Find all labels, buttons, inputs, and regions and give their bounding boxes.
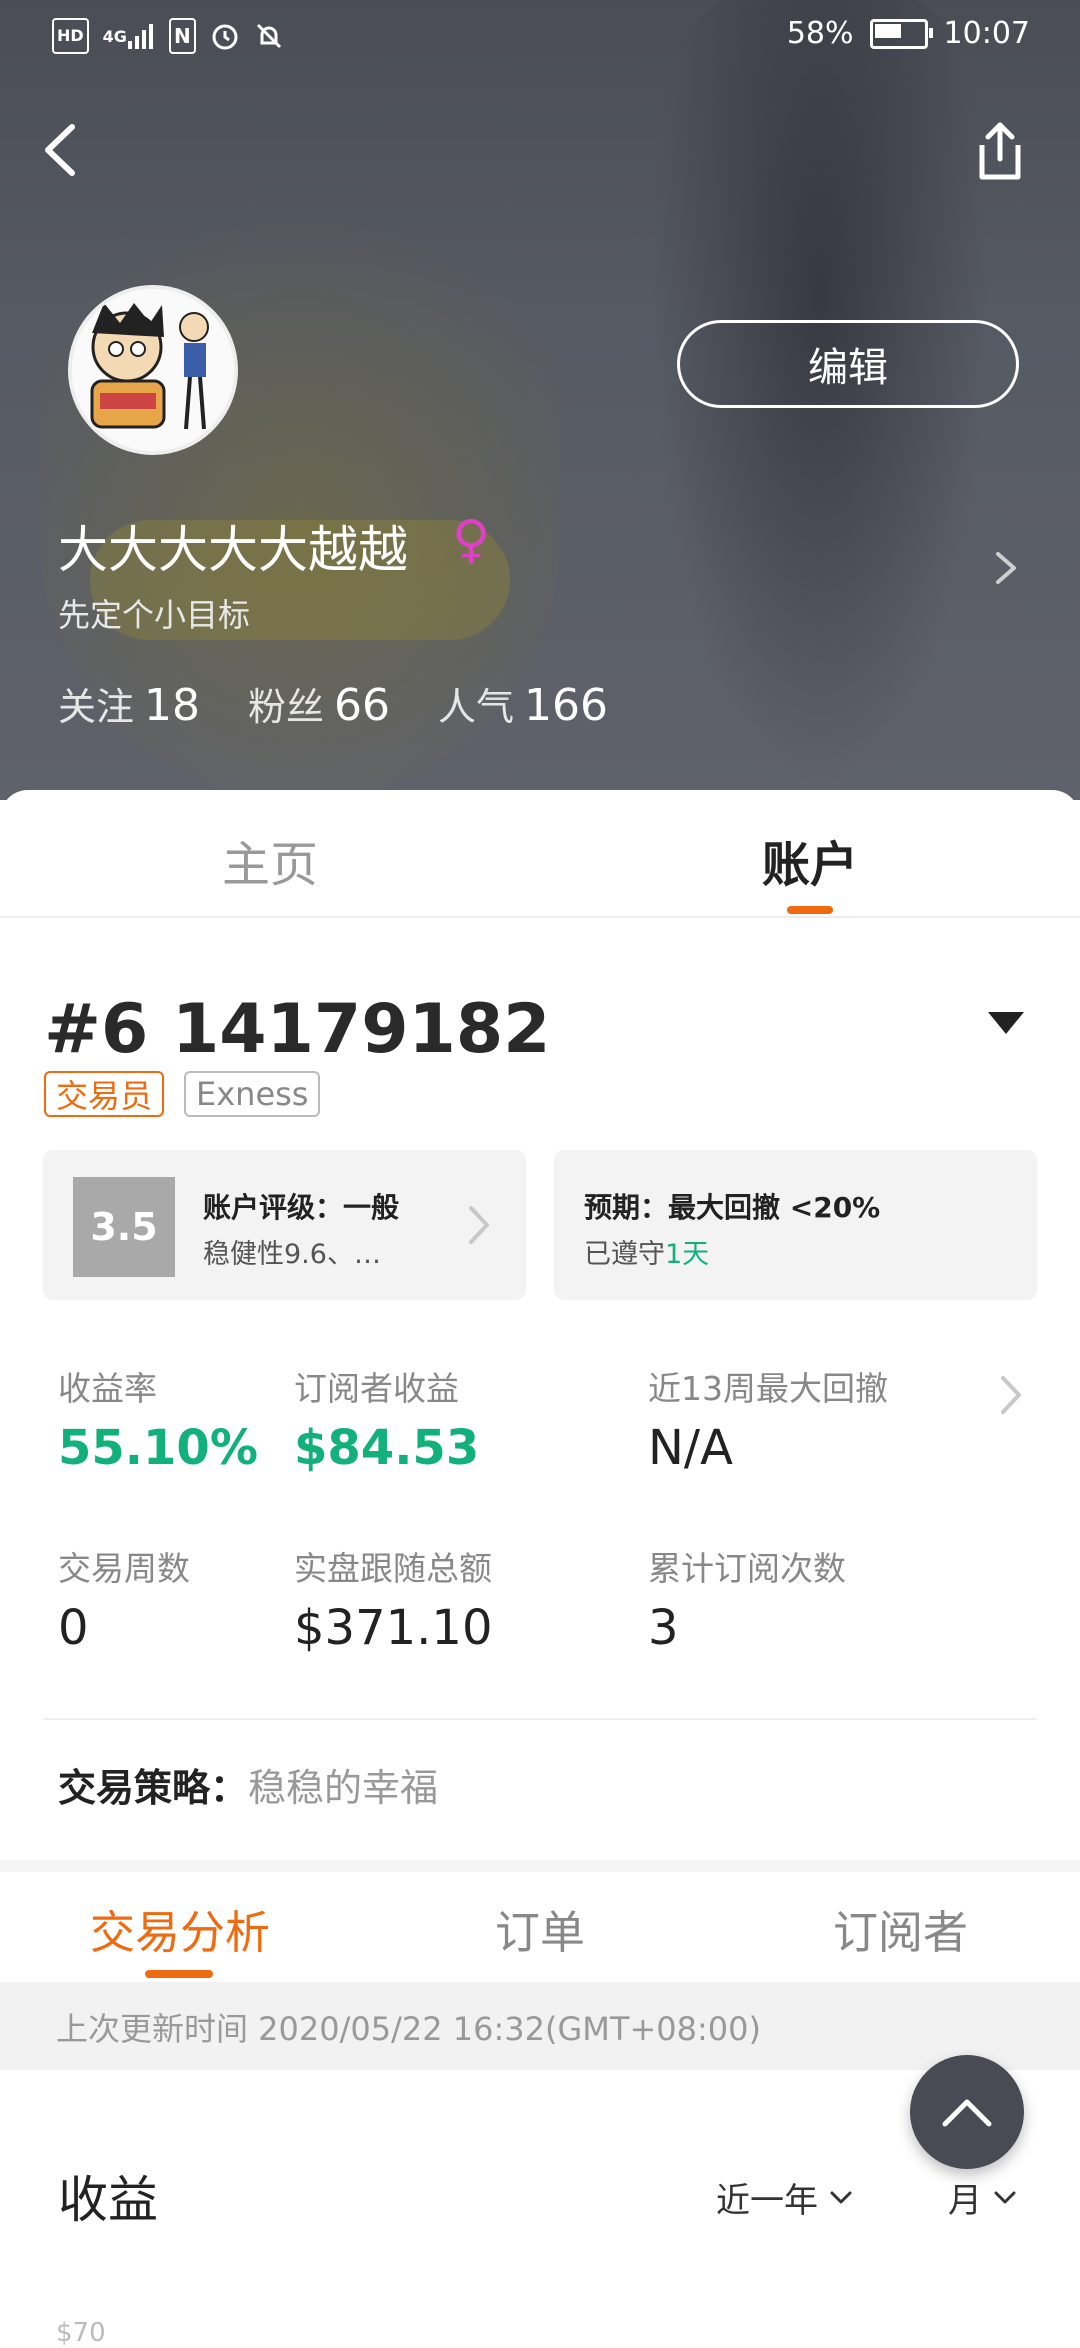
username: 大大大大大越越 [58,521,408,579]
divider [43,1718,1037,1720]
avatar[interactable] [68,285,238,455]
max-drawdown-label: 近13周最大回撤 [648,1369,888,1408]
role-tag: 交易员 [44,1071,165,1117]
chevron-left-icon [45,124,75,176]
return-rate-label: 收益率 [58,1369,157,1408]
chevron-down-icon [994,2191,1016,2203]
max-drawdown-value: N/A [648,1420,733,1476]
chevron-right-icon [469,1206,489,1244]
chevron-right-icon [996,552,1016,584]
subscription-count-label: 累计订阅次数 [648,1549,846,1588]
signal-icon: 4G [103,20,155,52]
hd-icon: HD [52,18,89,54]
mute-icon [254,20,284,52]
expectation-subtitle: 已遵守1天 [584,1232,709,1271]
return-rate-value: 55.10% [58,1420,258,1476]
followers-count: 66 [334,680,391,731]
subscription-count-value: 3 [648,1600,679,1656]
tab-indicator [787,906,833,914]
chevron-right-icon [1001,1376,1021,1414]
popularity-label: 人气 [438,685,515,729]
edit-profile-button[interactable]: 编辑 [677,320,1019,408]
female-icon: ♀ [452,510,491,570]
period-value: 近一年 [716,2181,818,2221]
expectation-prefix: 已遵守 [584,1239,665,1270]
avatar-image [72,289,234,451]
clock: 10:07 [943,16,1030,51]
account-rating-card[interactable]: 3.5 账户评级：一般 稳健性9.6、… [43,1150,526,1300]
subscriber-profit-label: 订阅者收益 [294,1369,459,1408]
followers-stat[interactable]: 粉丝 66 [248,676,390,731]
follow-total-value: $371.10 [294,1600,493,1656]
rating-subtitle: 稳健性9.6、… [203,1239,381,1270]
tab-account[interactable]: 账户 [762,825,858,895]
nfc-icon: N [168,18,196,54]
network-type: 4G [102,26,127,46]
popularity-count: 166 [524,680,609,731]
trading-weeks-value: 0 [58,1600,89,1656]
expectation-title: 预期：最大回撤 <20% [584,1191,881,1224]
granularity-dropdown[interactable]: 月 [948,2173,1018,2222]
strategy-label: 交易策略： [58,1766,249,1810]
follow-total-label: 实盘跟随总额 [294,1549,492,1588]
earnings-title: 收益 [58,2171,158,2229]
rating-score: 3.5 [73,1177,175,1277]
last-update-text: 上次更新时间 2020/05/22 16:32(GMT+08:00) [56,2010,761,2048]
followers-label: 粉丝 [248,685,325,729]
profile-cover: HD 4G N 58% 10:07 编辑 大大大大大越越 ♀ 先定个小目标 关注… [0,0,1080,800]
rating-chevron [463,1200,493,1254]
trading-weeks-label: 交易周数 [58,1549,190,1588]
tab-trade-analysis[interactable]: 交易分析 [90,1896,270,1961]
strategy-value: 稳稳的幸福 [248,1766,439,1810]
battery-percent: 58% [786,16,854,51]
strategy-row: 交易策略：稳稳的幸福 [58,1757,438,1812]
battery-fill [874,23,901,38]
chart-axis-label: $70 [56,2318,106,2348]
rating-title: 账户评级：一般 [203,1191,400,1224]
share-icon [979,122,1021,180]
period-dropdown[interactable]: 近一年 [716,2173,854,2222]
granularity-value: 月 [948,2181,982,2221]
tab-orders[interactable]: 订单 [495,1896,585,1961]
following-stat[interactable]: 关注 18 [58,676,200,731]
broker-tag: Exness [184,1071,321,1117]
expectation-card: 预期：最大回撤 <20% 已遵守1天 [554,1150,1037,1300]
profile-tabs: 主页 账户 [0,790,1080,918]
popularity-stat: 人气 166 [438,676,608,731]
subscriber-profit-value: $84.53 [294,1420,480,1476]
back-button[interactable] [38,115,88,185]
tab-home[interactable]: 主页 [222,825,318,895]
chevron-down-icon [830,2191,852,2203]
scroll-to-top-button[interactable] [910,2055,1024,2169]
expectation-days: 1天 [665,1239,710,1270]
profile-detail-button[interactable] [990,548,1020,592]
following-count: 18 [144,680,201,731]
bio: 先定个小目标 [58,596,251,634]
update-bar: 上次更新时间 2020/05/22 16:32(GMT+08:00) [0,1982,1080,2070]
tab-subscribers[interactable]: 订阅者 [833,1896,968,1961]
status-bar: HD 4G N 58% 10:07 [0,0,1080,72]
share-button[interactable] [970,115,1030,185]
battery-icon [869,18,933,49]
account-dropdown-icon[interactable] [988,1012,1024,1034]
following-label: 关注 [58,685,135,729]
profile-stats: 关注 18 粉丝 66 人气 166 [58,676,608,731]
section-gap [0,1860,1080,1872]
sub-tab-indicator [145,1970,213,1978]
alarm-icon [210,20,240,52]
chevron-up-icon [942,2099,992,2127]
account-number: #6 14179182 [44,990,551,1069]
metrics-detail-button[interactable] [995,1370,1025,1424]
